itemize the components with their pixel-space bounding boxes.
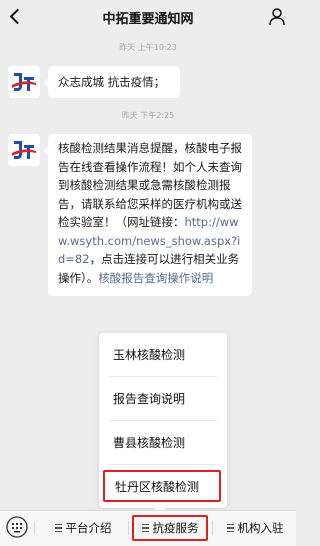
message-bubble[interactable]: 核酸检测结果消息提醒，核酸电子报告在线查看操作流程！如个人未查询到核酸检测结果或…: [43, 134, 252, 296]
menu-label: 机构入驻: [237, 521, 284, 535]
menu-separator: [128, 521, 129, 535]
back-arrow-icon[interactable]: [9, 8, 26, 25]
menu-label: 抗疫服务: [152, 521, 199, 535]
menu-platform-intro[interactable]: 平台介绍: [38, 511, 128, 545]
submenu-divider: [109, 464, 217, 465]
menu-anti-epidemic[interactable]: 抗疫服务: [132, 515, 208, 541]
submenu-item-yulin[interactable]: 玉林核酸检测: [99, 333, 227, 376]
account-avatar[interactable]: [8, 66, 40, 98]
keyboard-icon[interactable]: [6, 516, 28, 538]
menu-label: 平台介绍: [65, 521, 112, 535]
bottom-menu-bar: 平台介绍 抗疫服务 机构入驻: [0, 510, 296, 546]
message-bubble[interactable]: 众志成城 抗击疫情；: [43, 66, 180, 98]
chat-title: 中拓重要通知网: [102, 11, 194, 27]
message-timestamp: 昨天 下午2:25: [121, 111, 175, 120]
submenu-item-caoxian[interactable]: 曹县核酸检测: [99, 421, 227, 464]
menu-separator: [34, 521, 35, 535]
account-logo-icon: [8, 134, 40, 166]
chat-header: 中拓重要通知网: [0, 0, 296, 34]
report-guide-link[interactable]: 核酸报告查询操作说明: [98, 271, 213, 285]
service-submenu: 玉林核酸检测 报告查询说明 曹县核酸检测 牡丹区核酸检测: [99, 333, 227, 508]
profile-icon[interactable]: [268, 7, 286, 27]
menu-list-icon: [226, 524, 234, 532]
menu-list-icon: [141, 524, 149, 532]
account-avatar[interactable]: [8, 134, 40, 166]
menu-list-icon: [54, 524, 62, 532]
menu-separator: [212, 521, 213, 535]
menu-institution-join[interactable]: 机构入驻: [214, 511, 296, 545]
submenu-item-mudan[interactable]: 牡丹区核酸检测: [103, 470, 221, 502]
submenu-item-report-guide[interactable]: 报告查询说明: [99, 377, 227, 420]
message-timestamp: 昨天 上午10:23: [119, 43, 177, 52]
message-text: 众志成城 抗击疫情；: [58, 75, 166, 89]
account-logo-icon: [8, 66, 40, 98]
